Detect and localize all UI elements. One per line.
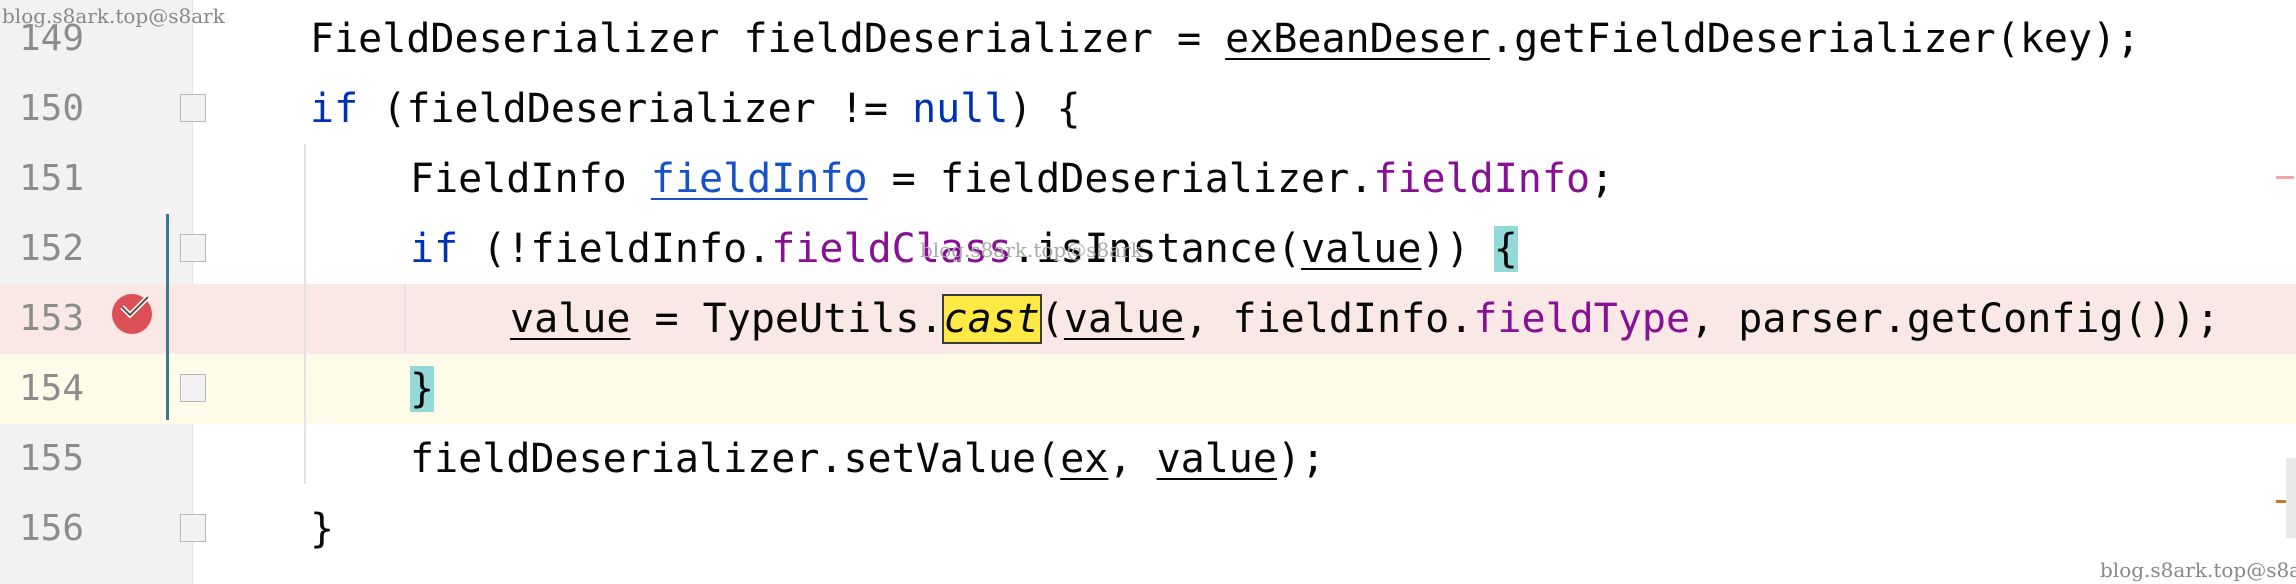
- line-number[interactable]: 150: [0, 74, 84, 144]
- code-token: .getFieldDeserializer(key);: [1490, 16, 2141, 62]
- fold-marker-152[interactable]: [180, 234, 206, 262]
- code-text[interactable]: }: [310, 494, 334, 564]
- code-token: );: [1276, 436, 1326, 482]
- breakpoint-check-icon[interactable]: [112, 294, 152, 334]
- code-line-149[interactable]: 149 FieldDeserializer fieldDeserializer …: [0, 4, 2296, 74]
- indent-guide: [304, 144, 306, 484]
- field-token: fieldType: [1473, 296, 1691, 342]
- watermark-bottom-right: blog.s8ark.top@s8ark: [2100, 558, 2296, 582]
- code-token: fieldDeserializer.setValue(: [410, 436, 1061, 482]
- code-token: (fieldDeserializer !=: [358, 86, 913, 132]
- code-text[interactable]: FieldDeserializer fieldDeserializer = ex…: [310, 4, 2140, 74]
- code-editor[interactable]: 149 FieldDeserializer fieldDeserializer …: [0, 0, 2296, 584]
- code-line-153[interactable]: 153 value = TypeUtils.cast(value, fieldI…: [0, 284, 2296, 354]
- code-token: FieldDeserializer fieldDeserializer =: [310, 16, 1226, 62]
- variable-link-fieldInfo[interactable]: fieldInfo: [651, 156, 868, 202]
- line-number[interactable]: 151: [0, 144, 84, 214]
- code-token: ;: [1590, 156, 1615, 202]
- code-token: , parser.getConfig());: [1690, 296, 2220, 342]
- fold-marker-156[interactable]: [180, 514, 206, 542]
- indent-guide: [404, 284, 406, 354]
- code-line-154[interactable]: 154 }: [0, 354, 2296, 424]
- code-token: }: [310, 506, 335, 552]
- matched-brace: {: [1493, 226, 1518, 272]
- field-token: fieldInfo: [1373, 156, 1591, 202]
- code-token: FieldInfo: [410, 156, 651, 202]
- code-token: ) {: [1008, 86, 1081, 132]
- code-token: )): [1421, 226, 1494, 272]
- keyword-token: null: [912, 86, 1009, 132]
- code-token: ,: [1108, 436, 1157, 482]
- code-token: , fieldInfo.: [1184, 296, 1474, 342]
- keyword-token: if: [410, 226, 459, 272]
- code-text[interactable]: fieldDeserializer.setValue(ex, value);: [410, 424, 1325, 494]
- line-number[interactable]: 153: [0, 284, 84, 354]
- fold-marker-150[interactable]: [180, 94, 206, 122]
- watermark-top-left: blog.s8ark.top@s8ark: [2, 4, 225, 28]
- code-token: = TypeUtils.: [630, 296, 944, 342]
- fold-marker-154[interactable]: [180, 374, 206, 402]
- code-token-exBeanDeser[interactable]: exBeanDeser: [1225, 16, 1490, 62]
- code-text[interactable]: }: [410, 354, 435, 424]
- line-number[interactable]: 155: [0, 424, 84, 494]
- code-token: = fieldDeserializer.: [867, 156, 1374, 202]
- code-token: (!fieldInfo.: [458, 226, 772, 272]
- code-line-150[interactable]: 150 if (fieldDeserializer != null) {: [0, 74, 2296, 144]
- line-number[interactable]: 156: [0, 494, 84, 564]
- code-token: (: [1039, 296, 1064, 342]
- code-token-value[interactable]: value: [510, 296, 630, 342]
- code-line-155[interactable]: 155 fieldDeserializer.setValue(ex, value…: [0, 424, 2296, 494]
- matched-brace: }: [410, 366, 435, 412]
- code-text[interactable]: value = TypeUtils.cast(value, fieldInfo.…: [510, 284, 2220, 354]
- code-text[interactable]: if (fieldDeserializer != null) {: [310, 74, 1081, 144]
- line-number[interactable]: 152: [0, 214, 84, 284]
- line-number[interactable]: 154: [0, 354, 84, 424]
- code-line-151[interactable]: 151 FieldInfo fieldInfo = fieldDeseriali…: [0, 144, 2296, 214]
- highlighted-cast-method[interactable]: cast: [941, 294, 1042, 344]
- code-token-value[interactable]: value: [1301, 226, 1421, 272]
- code-token-ex[interactable]: ex: [1060, 436, 1108, 482]
- scrollbar-thumb[interactable]: [2286, 458, 2296, 538]
- code-line-156[interactable]: 156 }: [0, 494, 2296, 564]
- watermark-center: blog.s8ark.top@s8ark: [920, 238, 1143, 262]
- code-text[interactable]: FieldInfo fieldInfo = fieldDeserializer.…: [410, 144, 1614, 214]
- code-token-value[interactable]: value: [1157, 436, 1277, 482]
- code-line-152[interactable]: 152 if (!fieldInfo.fieldClass.isInstance…: [0, 214, 2296, 284]
- error-stripe-mark[interactable]: [2276, 176, 2294, 179]
- keyword-token: if: [310, 86, 359, 132]
- code-token-value[interactable]: value: [1064, 296, 1184, 342]
- vcs-change-marker[interactable]: [166, 214, 169, 420]
